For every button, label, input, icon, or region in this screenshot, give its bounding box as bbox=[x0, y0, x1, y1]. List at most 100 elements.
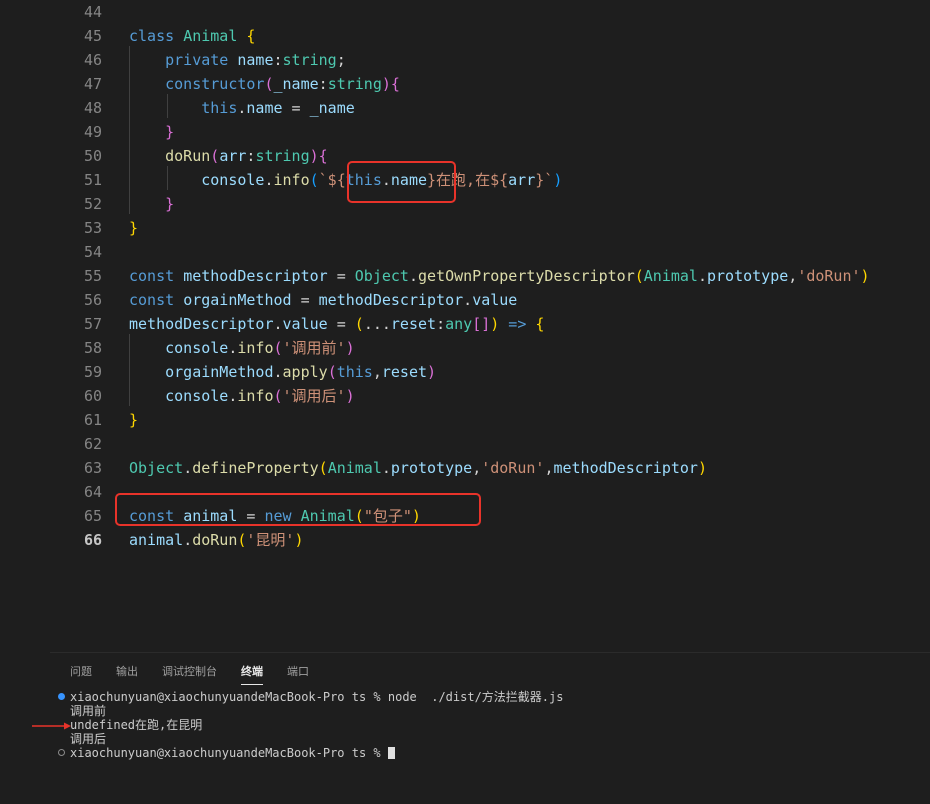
code-token: . bbox=[408, 267, 418, 285]
code-token: getOwnPropertyDescriptor bbox=[418, 267, 635, 285]
code-token: doRun bbox=[192, 531, 238, 549]
code-token: , bbox=[788, 267, 798, 285]
code-line[interactable]: 58 console.info('调用前') bbox=[0, 336, 930, 360]
line-number: 52 bbox=[83, 195, 102, 213]
code-token: ( bbox=[309, 171, 319, 189]
code-token: `${ bbox=[318, 171, 346, 189]
code-token: ( bbox=[264, 75, 274, 93]
code-token: '调用后' bbox=[282, 387, 346, 405]
code-token: Animal bbox=[643, 267, 698, 285]
code-token: 'doRun' bbox=[797, 267, 861, 285]
code-token: { bbox=[318, 147, 328, 165]
code-token: arr bbox=[219, 147, 247, 165]
code-text: const orgainMethod = methodDescriptor.va… bbox=[129, 288, 517, 312]
terminal-prompt[interactable]: xiaochunyuan@xiaochunyuandeMacBook-Pro t… bbox=[70, 746, 395, 760]
code-line[interactable]: 56 const orgainMethod = methodDescriptor.… bbox=[0, 288, 930, 312]
code-line[interactable]: 53} bbox=[0, 216, 930, 240]
red-arrow-icon bbox=[32, 722, 71, 730]
code-token: ) bbox=[553, 171, 563, 189]
code-token: methodDescriptor bbox=[553, 459, 698, 477]
code-text: doRun(arr:string){ bbox=[129, 144, 328, 168]
code-text: console.info('调用前') bbox=[129, 336, 355, 360]
code-token: string bbox=[282, 51, 337, 69]
code-token: const bbox=[129, 267, 184, 285]
code-token: } bbox=[165, 123, 175, 141]
code-token: any bbox=[445, 315, 473, 333]
code-text: console.info('调用后') bbox=[129, 384, 355, 408]
line-number: 59 bbox=[83, 363, 102, 381]
code-token: . bbox=[463, 291, 473, 309]
line-number: 46 bbox=[83, 51, 102, 69]
code-token: { bbox=[535, 315, 545, 333]
code-token: info bbox=[237, 387, 274, 405]
code-token: reset bbox=[390, 315, 437, 333]
code-token: , bbox=[372, 363, 382, 381]
code-token: arr bbox=[508, 171, 536, 189]
code-token: ) bbox=[427, 363, 437, 381]
code-token: , bbox=[472, 459, 482, 477]
code-text: this.name = _name bbox=[129, 96, 355, 120]
line-number: 45 bbox=[83, 27, 102, 45]
code-token: ) bbox=[294, 531, 304, 549]
code-token: prototype bbox=[707, 267, 789, 285]
code-token: : bbox=[436, 315, 446, 333]
line-number: 63 bbox=[83, 459, 102, 477]
code-token: ; bbox=[336, 51, 346, 69]
terminal-output-line: undefined在跑,在昆明 bbox=[70, 718, 203, 732]
tab-problems[interactable]: 问题 bbox=[70, 663, 92, 679]
code-token: ( bbox=[210, 147, 220, 165]
indent-guide bbox=[167, 94, 168, 118]
terminal-command-line[interactable]: xiaochunyuan@xiaochunyuandeMacBook-Pro t… bbox=[70, 690, 563, 704]
code-token: ( bbox=[327, 363, 337, 381]
tab-ports[interactable]: 端口 bbox=[287, 663, 309, 679]
tab-debug-console[interactable]: 调试控制台 bbox=[162, 663, 217, 679]
code-text: animal.doRun('昆明') bbox=[129, 528, 304, 552]
tab-output[interactable]: 输出 bbox=[116, 663, 138, 679]
code-line[interactable]: 54 bbox=[0, 240, 930, 264]
code-editor[interactable]: 44 45 class Animal {46 private name:string… bbox=[0, 0, 930, 652]
indent-guide bbox=[129, 334, 130, 406]
code-line[interactable]: 63 Object.defineProperty(Animal.prototype… bbox=[0, 456, 930, 480]
code-token: . bbox=[264, 171, 274, 189]
code-line[interactable]: 52 } bbox=[0, 192, 930, 216]
line-number: 66 bbox=[83, 531, 102, 549]
code-text: methodDescriptor.value = (...reset:any[]… bbox=[129, 312, 544, 336]
code-line[interactable]: 50 doRun(arr:string){ bbox=[0, 144, 930, 168]
code-token: orgainMethod bbox=[183, 291, 292, 309]
code-text: private name:string; bbox=[129, 48, 346, 72]
code-token: doRun bbox=[165, 147, 211, 165]
code-line[interactable]: 61} bbox=[0, 408, 930, 432]
code-token: console bbox=[201, 171, 265, 189]
code-line[interactable]: 46 private name:string; bbox=[0, 48, 930, 72]
code-line[interactable]: 55 const methodDescriptor = Object.getOwn… bbox=[0, 264, 930, 288]
code-line[interactable]: 62 bbox=[0, 432, 930, 456]
tab-terminal[interactable]: 终端 bbox=[241, 663, 263, 685]
line-number: 58 bbox=[83, 339, 102, 357]
code-token: ) bbox=[309, 147, 319, 165]
code-line[interactable]: 66 animal.doRun('昆明') bbox=[0, 528, 930, 552]
code-line[interactable]: 48 this.name = _name bbox=[0, 96, 930, 120]
code-line[interactable]: 49 } bbox=[0, 120, 930, 144]
terminal-prompt-text: xiaochunyuan@xiaochunyuandeMacBook-Pro t… bbox=[70, 746, 388, 760]
code-token: '调用前' bbox=[282, 339, 346, 357]
code-token: _name bbox=[309, 99, 355, 117]
code-token: . bbox=[183, 531, 193, 549]
line-number: 48 bbox=[83, 99, 102, 117]
code-line[interactable]: 45 class Animal { bbox=[0, 24, 930, 48]
code-line[interactable]: 47 constructor(_name:string){ bbox=[0, 72, 930, 96]
code-token: Object bbox=[354, 267, 409, 285]
code-line[interactable]: 59 orgainMethod.apply(this,reset) bbox=[0, 360, 930, 384]
code-line[interactable]: 51 console.info(`${this.name}在跑,在${arr}`… bbox=[0, 168, 930, 192]
code-line[interactable]: 57 methodDescriptor.value = (...reset:any… bbox=[0, 312, 930, 336]
code-token: = bbox=[327, 267, 355, 285]
code-token: prototype bbox=[390, 459, 473, 477]
code-line[interactable]: 44 bbox=[0, 0, 930, 24]
code-token: orgainMethod bbox=[165, 363, 274, 381]
code-line[interactable]: 60 console.info('调用后') bbox=[0, 384, 930, 408]
code-text: class Animal { bbox=[129, 24, 255, 48]
